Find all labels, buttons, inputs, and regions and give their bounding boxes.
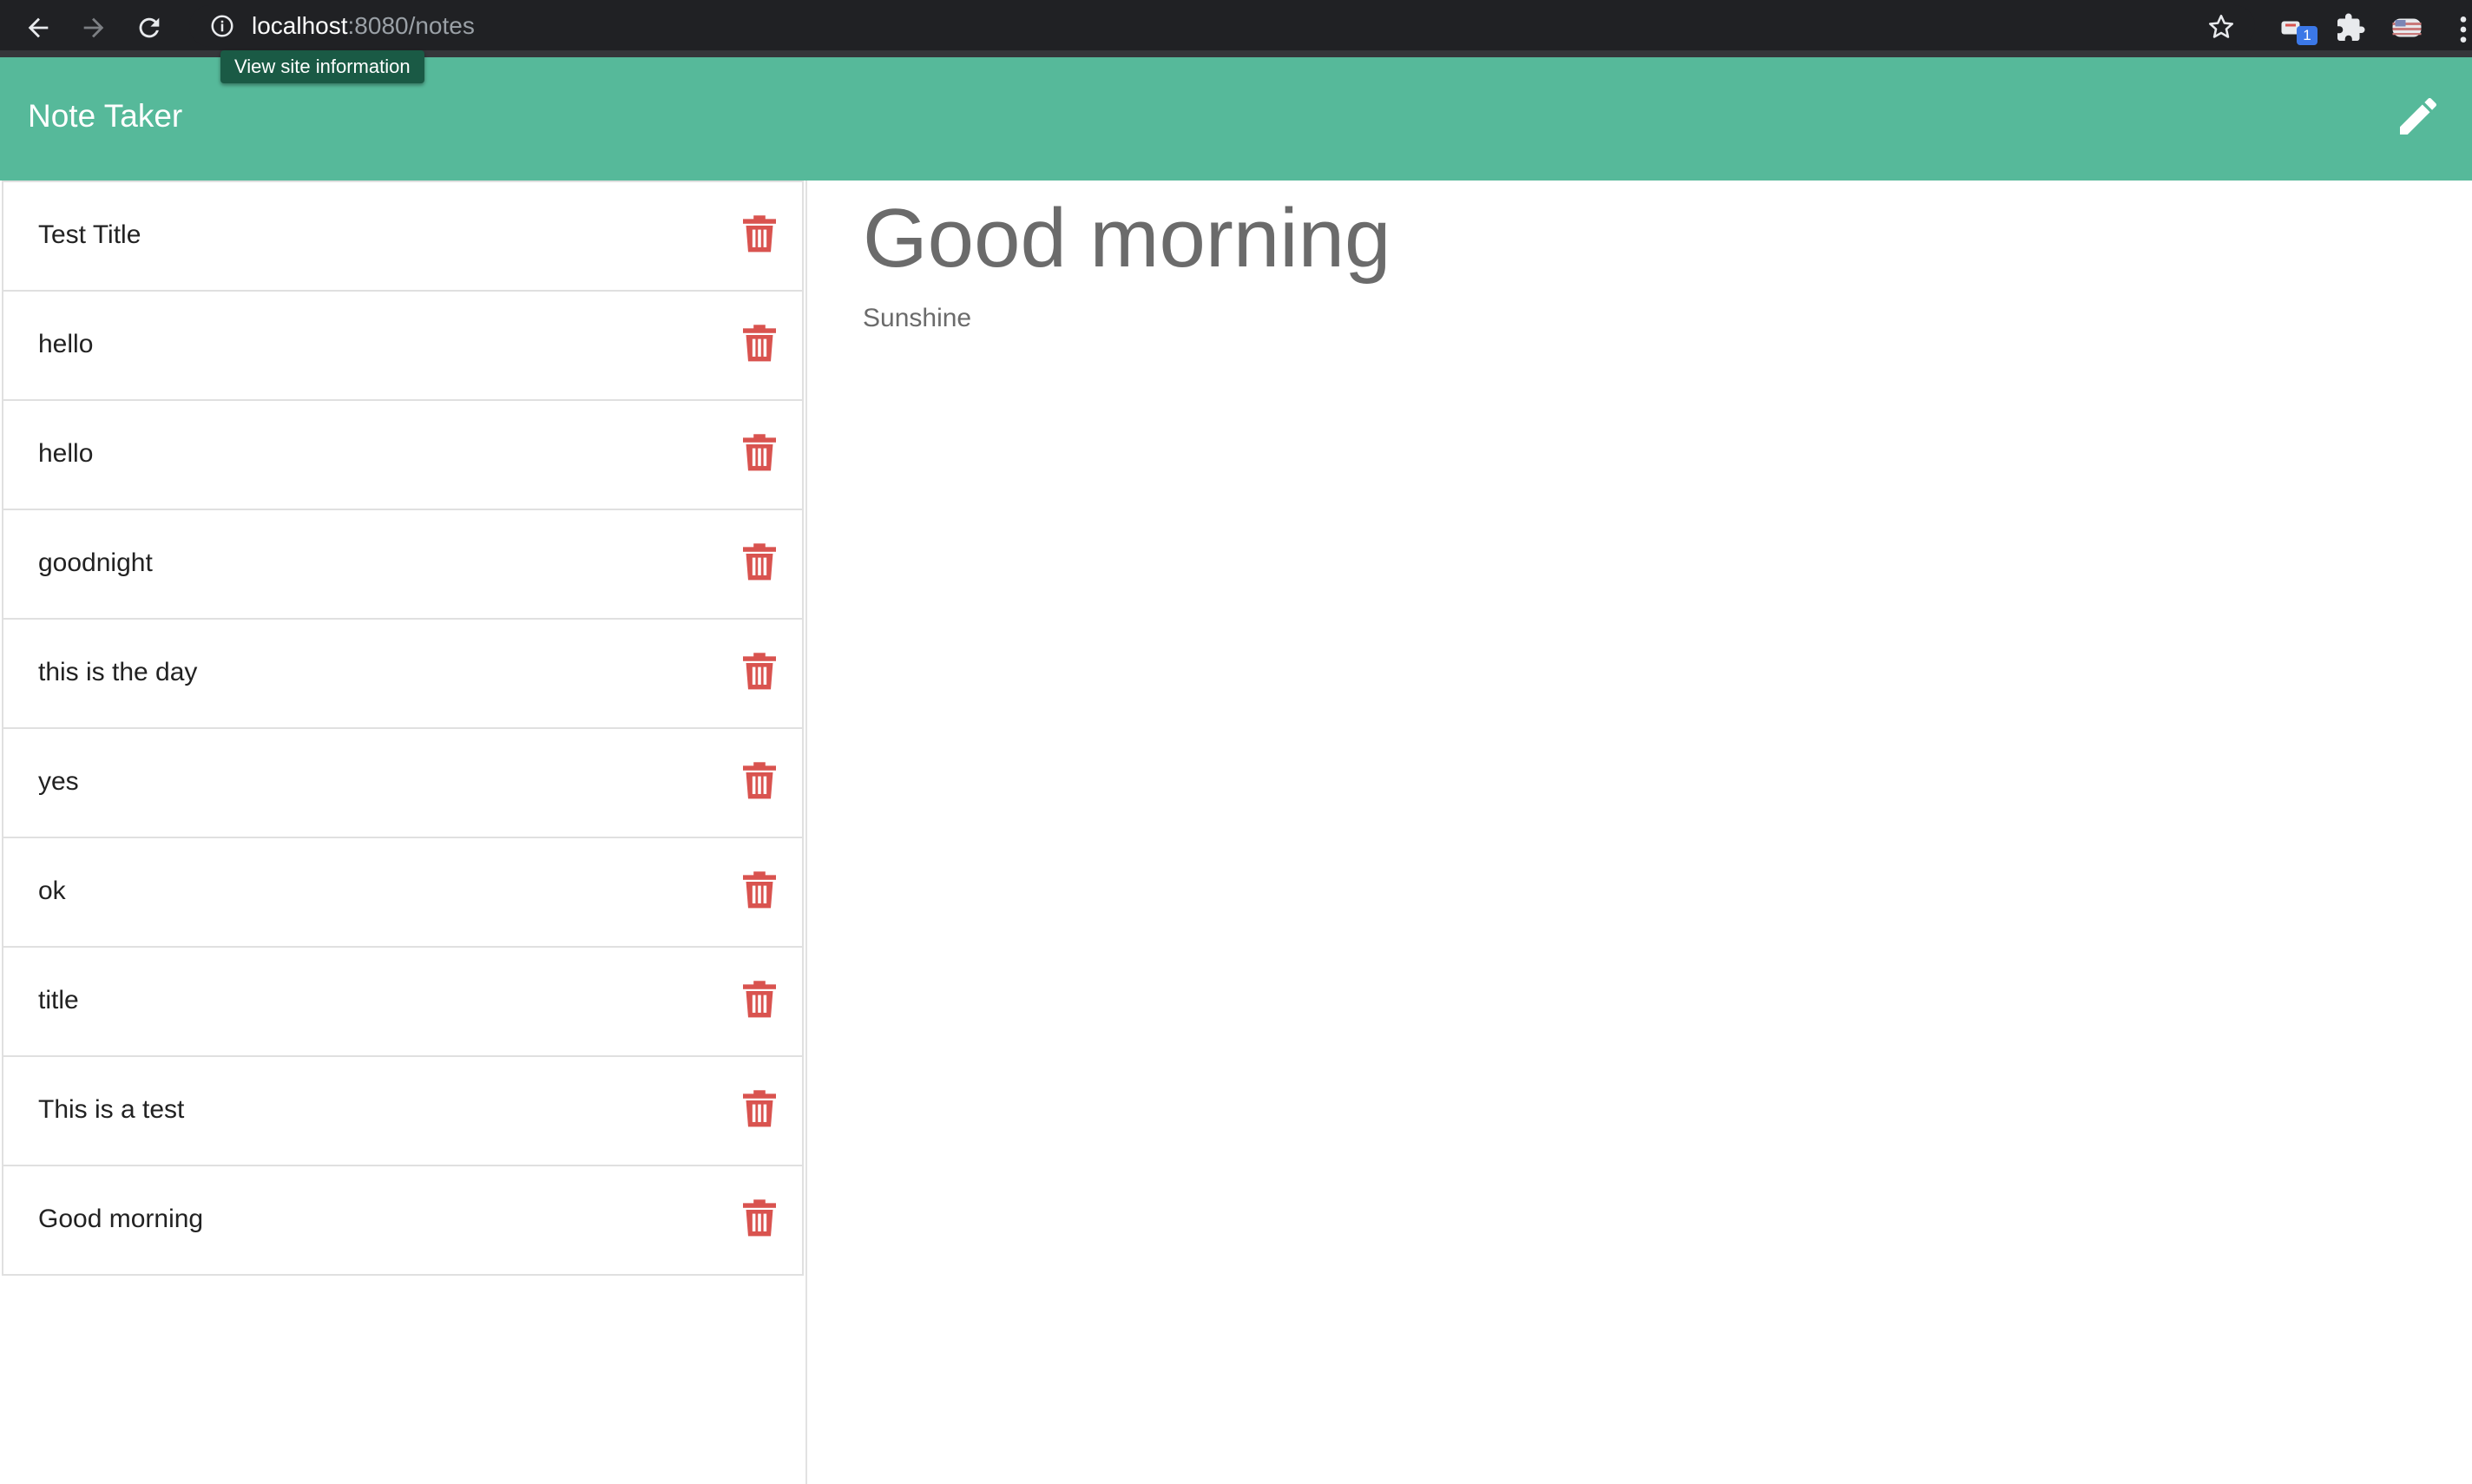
note-list-item-title: goodnight xyxy=(38,548,153,577)
trash-delete-icon[interactable] xyxy=(743,871,776,909)
note-list-item[interactable]: hello xyxy=(2,401,804,510)
note-list-item[interactable]: Good morning xyxy=(2,1166,804,1276)
puzzle-extensions-icon[interactable] xyxy=(2333,10,2368,45)
back-button[interactable] xyxy=(17,7,59,49)
note-list-item-title: hello xyxy=(38,330,94,358)
trash-delete-icon[interactable] xyxy=(743,981,776,1019)
trash-delete-icon[interactable] xyxy=(743,1090,776,1128)
note-list-item[interactable]: Test Title xyxy=(2,181,804,292)
bookmark-star-icon[interactable] xyxy=(2206,12,2236,42)
note-list-item[interactable]: title xyxy=(2,948,804,1057)
note-list-item-title: this is the day xyxy=(38,658,198,686)
reload-icon xyxy=(139,17,160,38)
reload-button[interactable] xyxy=(128,7,170,49)
app-title[interactable]: Note Taker xyxy=(28,98,182,135)
trash-delete-icon[interactable] xyxy=(743,215,776,253)
note-list-item-title: Good morning xyxy=(38,1205,204,1233)
note-list-item-title: This is a test xyxy=(38,1095,185,1124)
note-list-item[interactable]: yes xyxy=(2,729,804,838)
browser-toolbar: localhost:8080/notes 1 xyxy=(0,0,2472,57)
url-host: localhost xyxy=(252,12,348,39)
browser-menu-icon[interactable] xyxy=(2455,12,2472,47)
site-info-tooltip: View site information xyxy=(220,50,424,83)
extension-badge: 1 xyxy=(2297,26,2318,45)
note-list-item[interactable]: This is a test xyxy=(2,1057,804,1166)
notes-sidebar: Test Title hello hello goodnight this is the… xyxy=(0,181,807,1484)
forward-arrow-icon xyxy=(83,17,104,38)
url-text: localhost:8080/notes xyxy=(252,12,475,40)
trash-delete-icon[interactable] xyxy=(743,762,776,800)
note-list-item[interactable]: ok xyxy=(2,838,804,948)
note-list-item-title: hello xyxy=(38,439,94,468)
note-list-item[interactable]: hello xyxy=(2,292,804,401)
url-path: :8080/notes xyxy=(347,12,475,39)
trash-delete-icon[interactable] xyxy=(743,325,776,363)
note-list-item-title: title xyxy=(38,986,79,1015)
trash-delete-icon[interactable] xyxy=(743,543,776,581)
address-bar[interactable]: localhost:8080/notes xyxy=(189,5,2255,47)
pencil-new-note-icon[interactable] xyxy=(2394,92,2442,141)
notes-list: Test Title hello hello goodnight this is the… xyxy=(0,181,805,1276)
note-list-item[interactable]: this is the day xyxy=(2,620,804,729)
forward-button[interactable] xyxy=(73,7,115,49)
note-list-item-title: yes xyxy=(38,767,79,796)
trash-delete-icon[interactable] xyxy=(743,1199,776,1238)
trash-delete-icon[interactable] xyxy=(743,653,776,691)
note-view: Good morning Sunshine xyxy=(863,191,2425,333)
note-list-item-title: ok xyxy=(38,877,66,905)
profile-flag-icon[interactable] xyxy=(2387,10,2427,45)
site-info-icon[interactable] xyxy=(201,5,243,47)
trash-delete-icon[interactable] xyxy=(743,434,776,472)
note-title[interactable]: Good morning xyxy=(863,191,2425,286)
note-text[interactable]: Sunshine xyxy=(863,304,2425,333)
note-list-item[interactable]: goodnight xyxy=(2,510,804,620)
back-arrow-icon xyxy=(28,17,49,38)
note-list-item-title: Test Title xyxy=(38,220,141,249)
